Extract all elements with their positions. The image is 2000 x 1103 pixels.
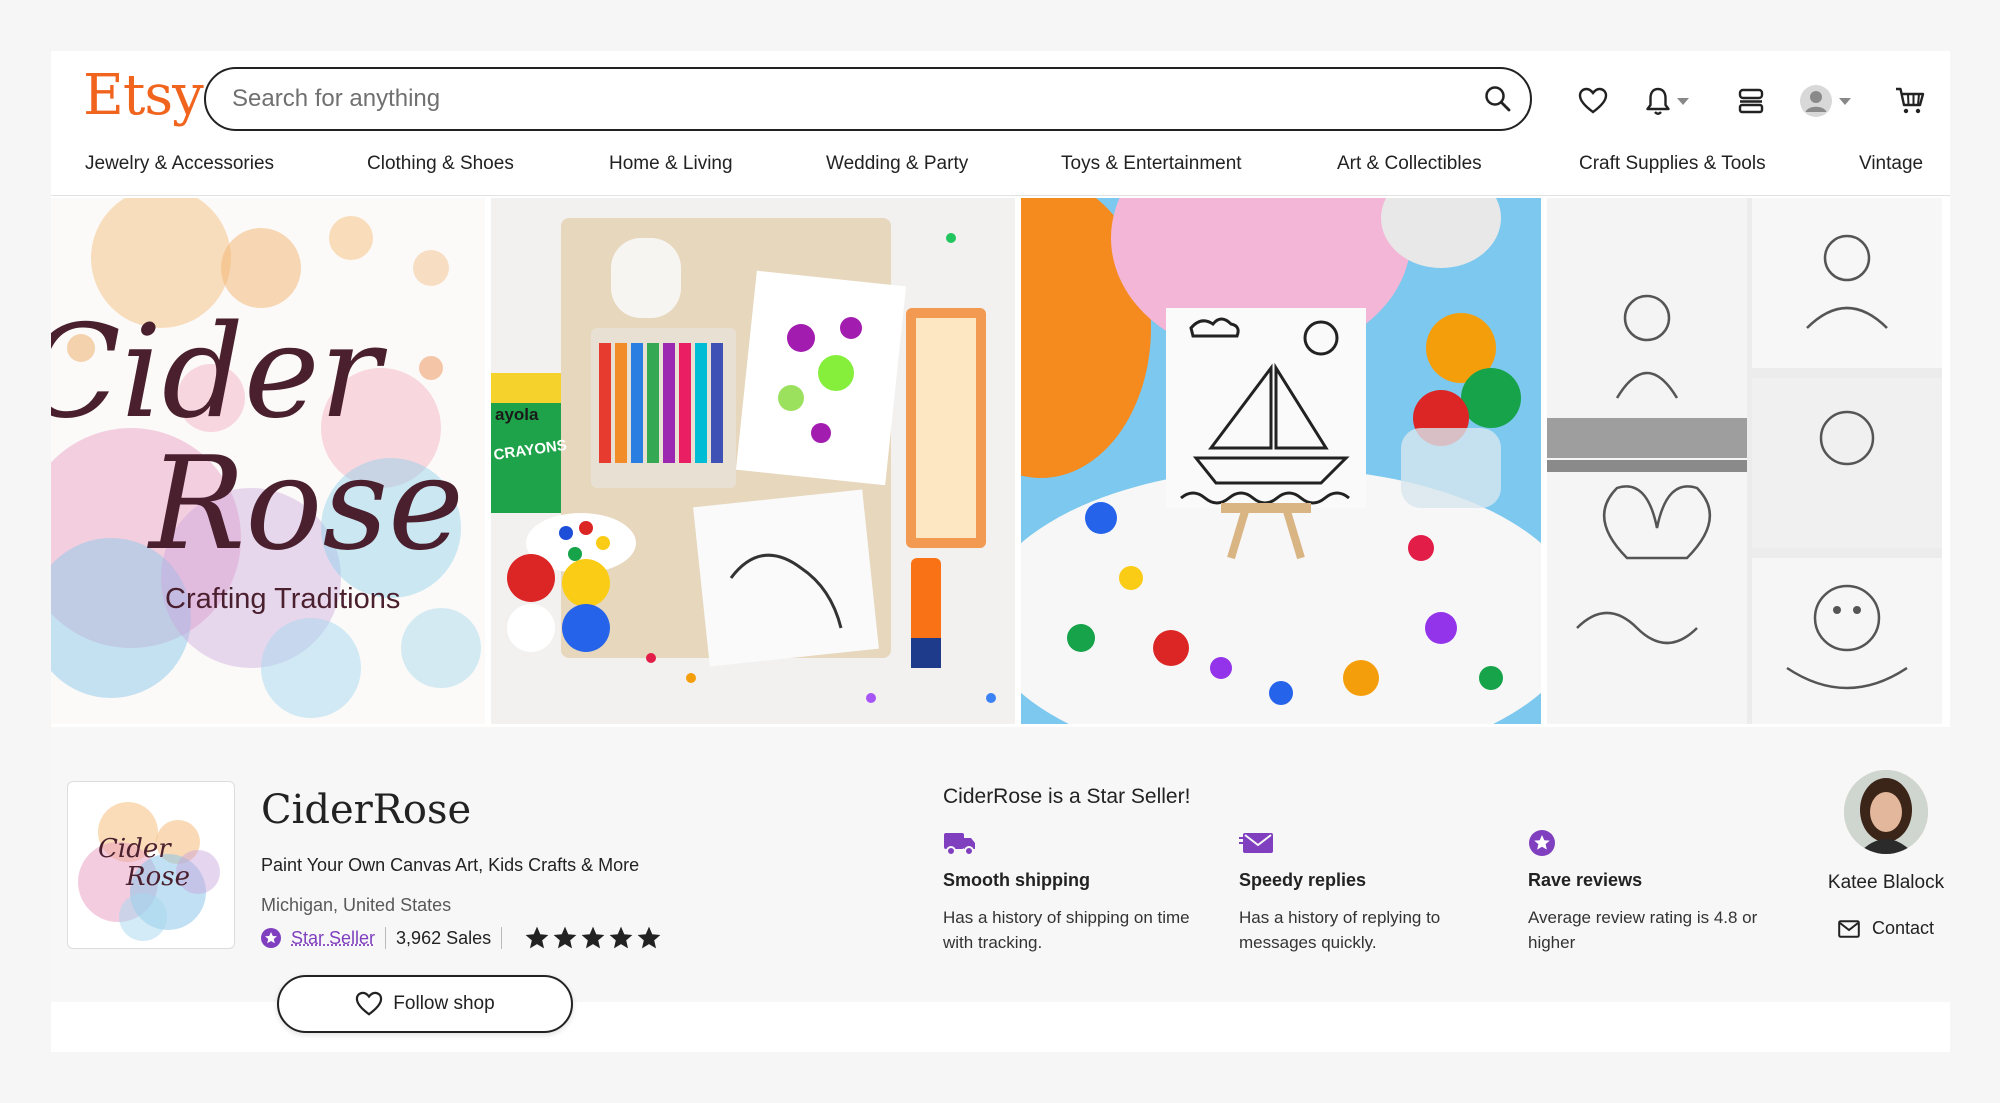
- sales-count: 3,962 Sales: [396, 927, 492, 948]
- account-button[interactable]: [1799, 81, 1851, 121]
- favorites-button[interactable]: [1578, 81, 1608, 121]
- shop-name: CiderRose: [261, 787, 472, 833]
- banner-logo-panel: Cider Rose Crafting Traditions: [51, 198, 485, 724]
- shop-logo-script-rose: Rose: [126, 862, 190, 892]
- nav-item-toys-entertainment[interactable]: Toys & Entertainment: [1061, 153, 1242, 175]
- star-icon: [637, 926, 661, 949]
- perk-speedy-replies: Speedy replies Has a history of replying…: [1239, 829, 1489, 955]
- shop-location: Michigan, United States: [261, 895, 452, 915]
- perk-description: Has a history of shipping on time with t…: [943, 908, 1190, 952]
- notifications-button[interactable]: [1645, 81, 1689, 121]
- chevron-down-icon: [1839, 97, 1851, 105]
- envelope-icon: [1838, 919, 1860, 938]
- nav-item-clothing-shoes[interactable]: Clothing & Shoes: [367, 153, 514, 175]
- shop-logo-script-cider: Cider: [98, 834, 171, 864]
- owner-avatar[interactable]: [1844, 770, 1928, 854]
- search-input[interactable]: [206, 84, 1466, 114]
- perk-smooth-shipping: Smooth shipping Has a history of shippin…: [943, 829, 1193, 955]
- follow-shop-button[interactable]: Follow shop: [277, 975, 573, 1033]
- search-icon: [1485, 86, 1511, 112]
- crayon-box-label-1: ayola: [495, 405, 539, 424]
- etsy-logo[interactable]: Etsy: [83, 63, 204, 128]
- user-avatar-icon: [1800, 85, 1832, 117]
- page: Etsy Search for anything Jewelry & Acces…: [51, 51, 1950, 1052]
- header-divider: [51, 195, 1950, 196]
- star-badge-icon: [1529, 830, 1555, 856]
- shop-tagline: Paint Your Own Canvas Art, Kids Crafts &…: [261, 855, 640, 875]
- contact-label: Contact: [1871, 918, 1935, 938]
- star-seller-heading: CiderRose is a Star Seller!: [943, 785, 1191, 808]
- separator: [501, 927, 503, 949]
- nav-item-jewelry-accessories[interactable]: Jewelry & Accessories: [85, 153, 274, 175]
- party-canvas-illustration: [1021, 198, 1541, 724]
- perk-title: Speedy replies: [1239, 870, 1367, 890]
- nav-item-art-collectibles[interactable]: Art & Collectibles: [1337, 153, 1482, 175]
- star-icon: [581, 926, 605, 949]
- contact-button[interactable]: Contact: [1816, 918, 1956, 939]
- perk-rave-reviews: Rave reviews Average review rating is 4.…: [1528, 829, 1778, 955]
- nav-item-vintage[interactable]: Vintage: [1859, 153, 1923, 175]
- craft-kit-illustration: ayola CRAYONS: [491, 218, 996, 703]
- coloring-canvases-illustration: [1547, 198, 1942, 724]
- rating-stars[interactable]: [524, 925, 662, 951]
- nav-item-wedding-party[interactable]: Wedding & Party: [826, 153, 968, 175]
- bell-icon: [1646, 87, 1670, 115]
- chevron-down-icon: [1677, 97, 1689, 105]
- shop-banner: Cider Rose Crafting Traditions ayola CRA…: [51, 198, 1950, 724]
- shop-owner: Katee Blalock Contact: [1816, 770, 1956, 939]
- nav-item-craft-supplies-tools[interactable]: Craft Supplies & Tools: [1579, 153, 1766, 175]
- search-bar: [204, 67, 1532, 131]
- banner-party-photo: [1021, 198, 1541, 724]
- cart-button[interactable]: [1894, 81, 1926, 121]
- shop-rating-row: Star Seller 3,962 Sales: [261, 925, 662, 951]
- cart-icon: [1896, 87, 1925, 114]
- shop-manager-button[interactable]: [1737, 81, 1765, 121]
- star-seller-badge-icon: [261, 928, 281, 948]
- banner-script-cider: Cider: [51, 298, 381, 447]
- star-icon: [553, 926, 577, 949]
- star-icon: [609, 926, 633, 949]
- perk-description: Average review rating is 4.8 or higher: [1528, 908, 1758, 952]
- shop-logo[interactable]: Cider Rose: [67, 781, 235, 949]
- perk-description: Has a history of replying to messages qu…: [1239, 908, 1441, 952]
- search-button[interactable]: [1466, 69, 1530, 129]
- heart-icon: [1578, 87, 1608, 114]
- banner-script-rose: Rose: [149, 430, 464, 579]
- category-nav: Jewelry & Accessories Clothing & Shoes H…: [51, 153, 1950, 195]
- perk-title: Rave reviews: [1528, 870, 1643, 890]
- heart-icon: [356, 991, 383, 1016]
- truck-icon: [944, 833, 975, 856]
- star-seller-link[interactable]: Star Seller: [291, 928, 375, 949]
- nav-item-home-living[interactable]: Home & Living: [609, 153, 733, 175]
- message-icon: [1239, 833, 1273, 853]
- owner-name[interactable]: Katee Blalock: [1816, 872, 1956, 894]
- owner-photo: [1844, 770, 1928, 854]
- shop-info-section: Cider Rose CiderRose Paint Your Own Canv…: [51, 727, 1950, 1033]
- banner-subtitle: Crafting Traditions: [165, 583, 401, 615]
- star-icon: [525, 926, 549, 949]
- banner-coloring-canvases-photo: [1547, 198, 1942, 724]
- follow-shop-label: Follow shop: [393, 993, 495, 1014]
- banner-craft-kit-photo: ayola CRAYONS: [491, 198, 1015, 724]
- separator: [385, 927, 387, 949]
- perk-title: Smooth shipping: [943, 870, 1090, 890]
- shop-icon: [1738, 88, 1764, 114]
